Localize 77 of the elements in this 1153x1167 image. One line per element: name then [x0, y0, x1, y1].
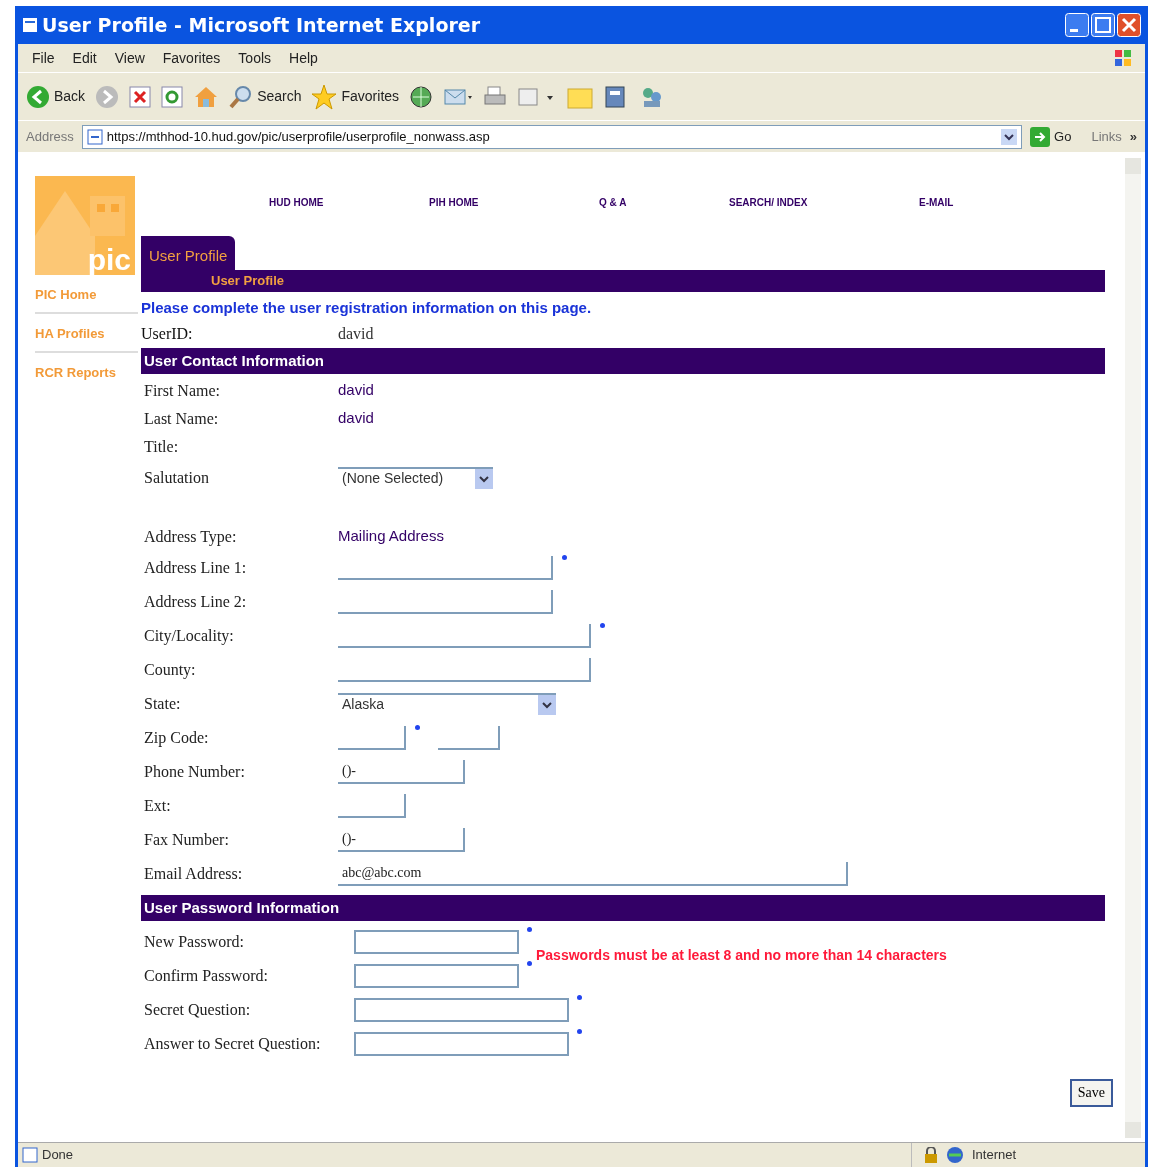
go-button[interactable]: Go	[1030, 126, 1072, 147]
field-label: Address Line 1:	[144, 557, 248, 578]
window-title: User Profile - Microsoft Internet Explorer	[42, 12, 481, 38]
intro-text: Please complete the user registration information on this page.	[141, 298, 593, 318]
menu-item[interactable]: Favorites	[160, 47, 223, 69]
text-field[interactable]	[354, 963, 519, 988]
field-label: State:	[144, 693, 182, 714]
field-label: Last Name:	[144, 408, 220, 429]
stop-icon[interactable]	[129, 85, 152, 108]
dropdown[interactable]: (None Selected)	[338, 466, 493, 489]
field-label: Zip Code:	[144, 727, 210, 749]
menu-item[interactable]: View	[112, 47, 147, 69]
menu-item[interactable]: Edit	[70, 47, 99, 69]
star-icon[interactable]	[311, 83, 338, 110]
dropdown[interactable]: Alaska	[338, 692, 556, 715]
text-field[interactable]: ()-	[338, 827, 465, 852]
nav-link[interactable]: HUD HOME	[269, 194, 429, 210]
field-label: Fax Number:	[144, 829, 230, 850]
section-header: User Contact Information	[141, 347, 1105, 374]
password-rule-text: Passwords must be at least 8 and no more than 14 characters	[536, 945, 947, 965]
globe-icon[interactable]	[409, 84, 434, 109]
nav-link[interactable]: PIH HOME	[429, 194, 599, 210]
field-label: Salutation	[144, 467, 210, 488]
more-chevron[interactable]: »	[1129, 126, 1137, 147]
nav-link[interactable]: E-MAIL	[919, 194, 1019, 210]
text-field[interactable]: ()-	[338, 759, 465, 784]
text-field[interactable]: abc@abc.com	[338, 861, 848, 886]
text-field[interactable]	[354, 1031, 569, 1056]
text-field[interactable]	[354, 997, 569, 1022]
field-label: Answer to Secret Question:	[144, 1033, 322, 1054]
menu-item[interactable]: Tools	[236, 47, 274, 69]
lock-icon[interactable]	[924, 1147, 938, 1163]
page-heading: User Profile	[211, 273, 284, 288]
nav-link[interactable]: SEARCH/ INDEX	[729, 194, 919, 210]
field-label: Phone Number:	[144, 761, 246, 782]
text-field[interactable]	[354, 929, 519, 954]
search-icon[interactable]	[229, 84, 254, 109]
save-button[interactable]: Save	[1069, 1078, 1113, 1107]
forward-icon[interactable]	[95, 84, 120, 109]
menu-item[interactable]: File	[30, 47, 57, 69]
field-label: Title:	[144, 436, 180, 457]
field-label: Address Type:	[144, 526, 238, 548]
pic-logo: pic	[35, 176, 135, 275]
field-label: Ext:	[144, 795, 172, 816]
field-label: Secret Question:	[144, 999, 252, 1020]
field-label: City/Locality:	[144, 625, 235, 647]
nav-link[interactable]: Q & A	[599, 194, 729, 210]
field-value: david	[338, 323, 374, 344]
minimize-icon[interactable]	[1065, 13, 1089, 37]
field-label: Email Address:	[144, 863, 244, 884]
close-icon[interactable]	[1117, 13, 1141, 37]
field-label: UserID:	[141, 323, 194, 344]
status-text: Done	[42, 1146, 74, 1165]
back-button[interactable]: Back	[26, 84, 86, 109]
field-value: david	[338, 380, 374, 401]
links-button[interactable]: Links	[1091, 126, 1122, 147]
field-label: Address Line 2:	[144, 591, 248, 612]
field-label: Confirm Password:	[144, 965, 269, 986]
windows-logo-icon[interactable]	[1113, 48, 1133, 68]
search-button[interactable]: Search	[229, 84, 302, 109]
menu-item[interactable]: Help	[287, 47, 320, 69]
maximize-icon[interactable]	[1091, 13, 1115, 37]
page-icon[interactable]	[22, 17, 38, 33]
address-label: Address	[26, 127, 74, 146]
refresh-icon[interactable]	[161, 85, 184, 108]
field-value: Mailing Address	[338, 526, 444, 547]
user-profile-tab[interactable]: User Profile	[141, 236, 236, 270]
section-header: User Password Information	[141, 894, 1105, 921]
address-field[interactable]: https://mthhod-10.hud.gov/pic/userprofile/userprofile_nonwass.asp	[81, 124, 1023, 149]
field-label: First Name:	[144, 380, 221, 401]
page-icon	[86, 128, 103, 145]
favorites-button[interactable]: Favorites	[311, 83, 400, 110]
field-label: New Password:	[144, 931, 245, 952]
globe-icon[interactable]	[946, 1146, 964, 1164]
field-value: david	[338, 408, 374, 429]
field-label: County:	[144, 659, 197, 681]
zone-text: Internet	[972, 1146, 1017, 1165]
